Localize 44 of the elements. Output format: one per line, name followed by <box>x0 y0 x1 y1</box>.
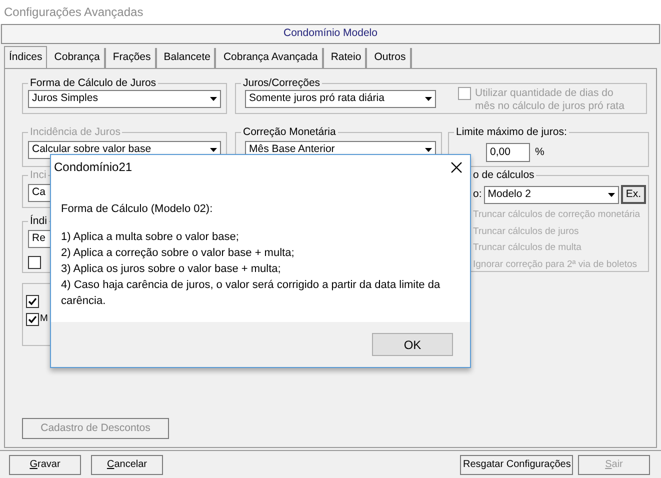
dropdown-arrow-icon <box>425 97 432 101</box>
checkbox-label: M <box>40 312 48 326</box>
message-heading: Forma de Cálculo (Modelo 02): <box>61 202 214 217</box>
footer-button[interactable]: Gravar <box>9 454 81 474</box>
form-title: Condomínio Modelo <box>284 26 378 42</box>
tab[interactable]: Cobrança <box>50 48 106 68</box>
checkbox-label: Ignorar correção para 2ª via de boletos <box>473 258 638 272</box>
example-button[interactable]: Ex. <box>620 185 646 204</box>
footer-button[interactable]: Resgatar Configurações <box>460 454 573 474</box>
dropdown-arrow-icon <box>608 192 615 196</box>
group-label: Limite máximo de juros: <box>454 125 569 139</box>
checkbox-label: Truncar cálculos de multa <box>473 241 582 255</box>
dropdown-arrow-icon <box>425 148 432 152</box>
close-icon[interactable] <box>451 162 462 172</box>
tab[interactable]: Balancete <box>160 48 216 68</box>
message-text: 1) Aplica a multa sobre o valor base; <box>61 230 240 245</box>
dropdown[interactable]: Modelo 2 <box>484 186 619 204</box>
checkbox[interactable] <box>26 312 39 326</box>
dropdown-arrow-icon <box>210 148 217 152</box>
message-text: 2) Aplica a correção sobre o valor base + multa; <box>61 246 296 261</box>
checkbox-label: Truncar cálculos de correção monetária <box>473 208 640 222</box>
tab[interactable]: Índices <box>4 46 48 68</box>
dialog-title: Condomínio21 <box>54 159 132 176</box>
footer-button[interactable]: Cancelar <box>91 454 163 474</box>
group-label: Correção Monetária <box>241 125 338 139</box>
checkbox-label: Truncar cálculos de juros <box>473 224 579 238</box>
tab[interactable]: Rateio <box>326 48 368 68</box>
dropdown[interactable]: Somente juros pró rata diária <box>245 90 436 108</box>
dropdown[interactable]: Juros Simples <box>28 90 221 108</box>
dropdown-arrow-icon <box>210 97 217 101</box>
message-text: 4) Caso haja carência de juros, o valor será corrigido a partir da data limite da carência. <box>61 278 442 309</box>
unit-label: % <box>535 145 544 160</box>
group-label: Juros/Correções <box>241 76 322 90</box>
tab[interactable]: Frações <box>108 48 157 68</box>
input-field[interactable]: 0,00 <box>486 143 530 162</box>
tab[interactable]: Cobrança Avançada <box>219 48 324 68</box>
field-label: o: <box>473 186 482 202</box>
message-text: 3) Aplica os juros sobre o valor base + multa; <box>61 262 282 277</box>
window-title: Configurações Avançadas <box>4 4 144 21</box>
checkbox[interactable] <box>28 256 41 269</box>
ok-button[interactable]: OK <box>372 333 453 356</box>
tab[interactable]: Outros <box>370 48 412 68</box>
checkbox-label: Utilizar quantidade de dias do mês no cálculo de juros pró rata <box>475 87 626 113</box>
checkbox[interactable] <box>26 295 39 308</box>
